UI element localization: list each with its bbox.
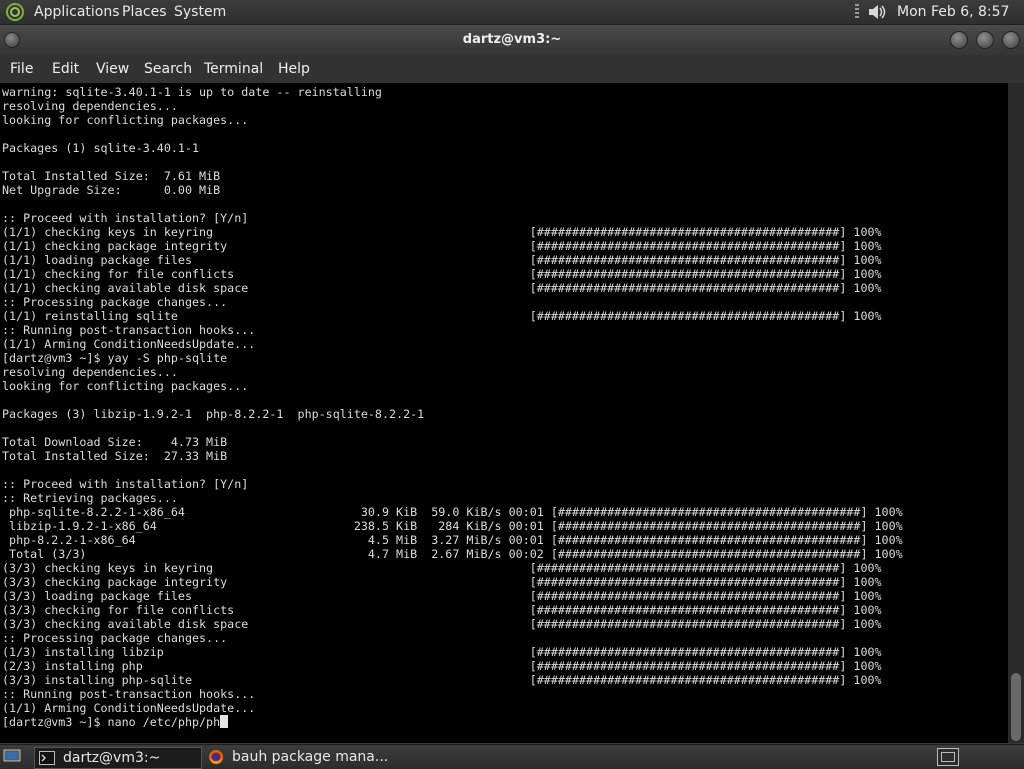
top-panel: Applications Places System Mon Feb 6, 8:… (0, 0, 1024, 44)
task-terminal[interactable]: dartz@vm3:~ (34, 747, 202, 769)
terminal-output[interactable]: warning: sqlite-3.40.1-1 is up to date -… (0, 83, 1008, 743)
task-label: bauh package mana... (232, 749, 389, 765)
scrollbar-thumb[interactable] (1011, 673, 1021, 741)
applications-menu[interactable]: Applications (34, 0, 120, 24)
menu-edit[interactable]: Edit (52, 55, 79, 83)
menu-search[interactable]: Search (144, 55, 192, 83)
task-bauh[interactable]: bauh package mana... (204, 747, 424, 767)
volume-icon[interactable] (866, 2, 888, 22)
system-menu[interactable]: System (174, 0, 226, 24)
menu-help[interactable]: Help (278, 55, 310, 83)
tray-drag-handle[interactable] (855, 4, 859, 20)
distro-logo-icon[interactable] (6, 3, 24, 21)
window-title: dartz@vm3:~ (462, 32, 562, 47)
menu-terminal[interactable]: Terminal (204, 55, 263, 83)
firefox-icon (209, 750, 223, 764)
terminal-icon (39, 751, 55, 765)
terminal-scrollbar[interactable] (1008, 83, 1024, 743)
window-titlebar[interactable]: dartz@vm3:~ (0, 25, 1024, 55)
bottom-panel: dartz@vm3:~ bauh package mana... (0, 744, 1024, 769)
places-menu[interactable]: Places (122, 0, 167, 24)
task-label: dartz@vm3:~ (63, 750, 161, 766)
terminal-menubar: File Edit View Search Terminal Help (0, 55, 1024, 83)
workspace-switcher[interactable] (937, 748, 959, 766)
terminal-cursor (220, 715, 229, 728)
terminal-text: warning: sqlite-3.40.1-1 is up to date -… (2, 85, 903, 729)
close-button[interactable] (1002, 31, 1020, 49)
maximize-button[interactable] (976, 31, 994, 49)
menu-view[interactable]: View (96, 55, 129, 83)
clock[interactable]: Mon Feb 6, 8:57 PM (897, 0, 1024, 44)
menu-file[interactable]: File (10, 55, 33, 83)
terminal-window: dartz@vm3:~ File Edit View Search Termin… (0, 25, 1024, 743)
show-desktop-icon[interactable] (3, 748, 21, 764)
minimize-button[interactable] (950, 31, 968, 49)
